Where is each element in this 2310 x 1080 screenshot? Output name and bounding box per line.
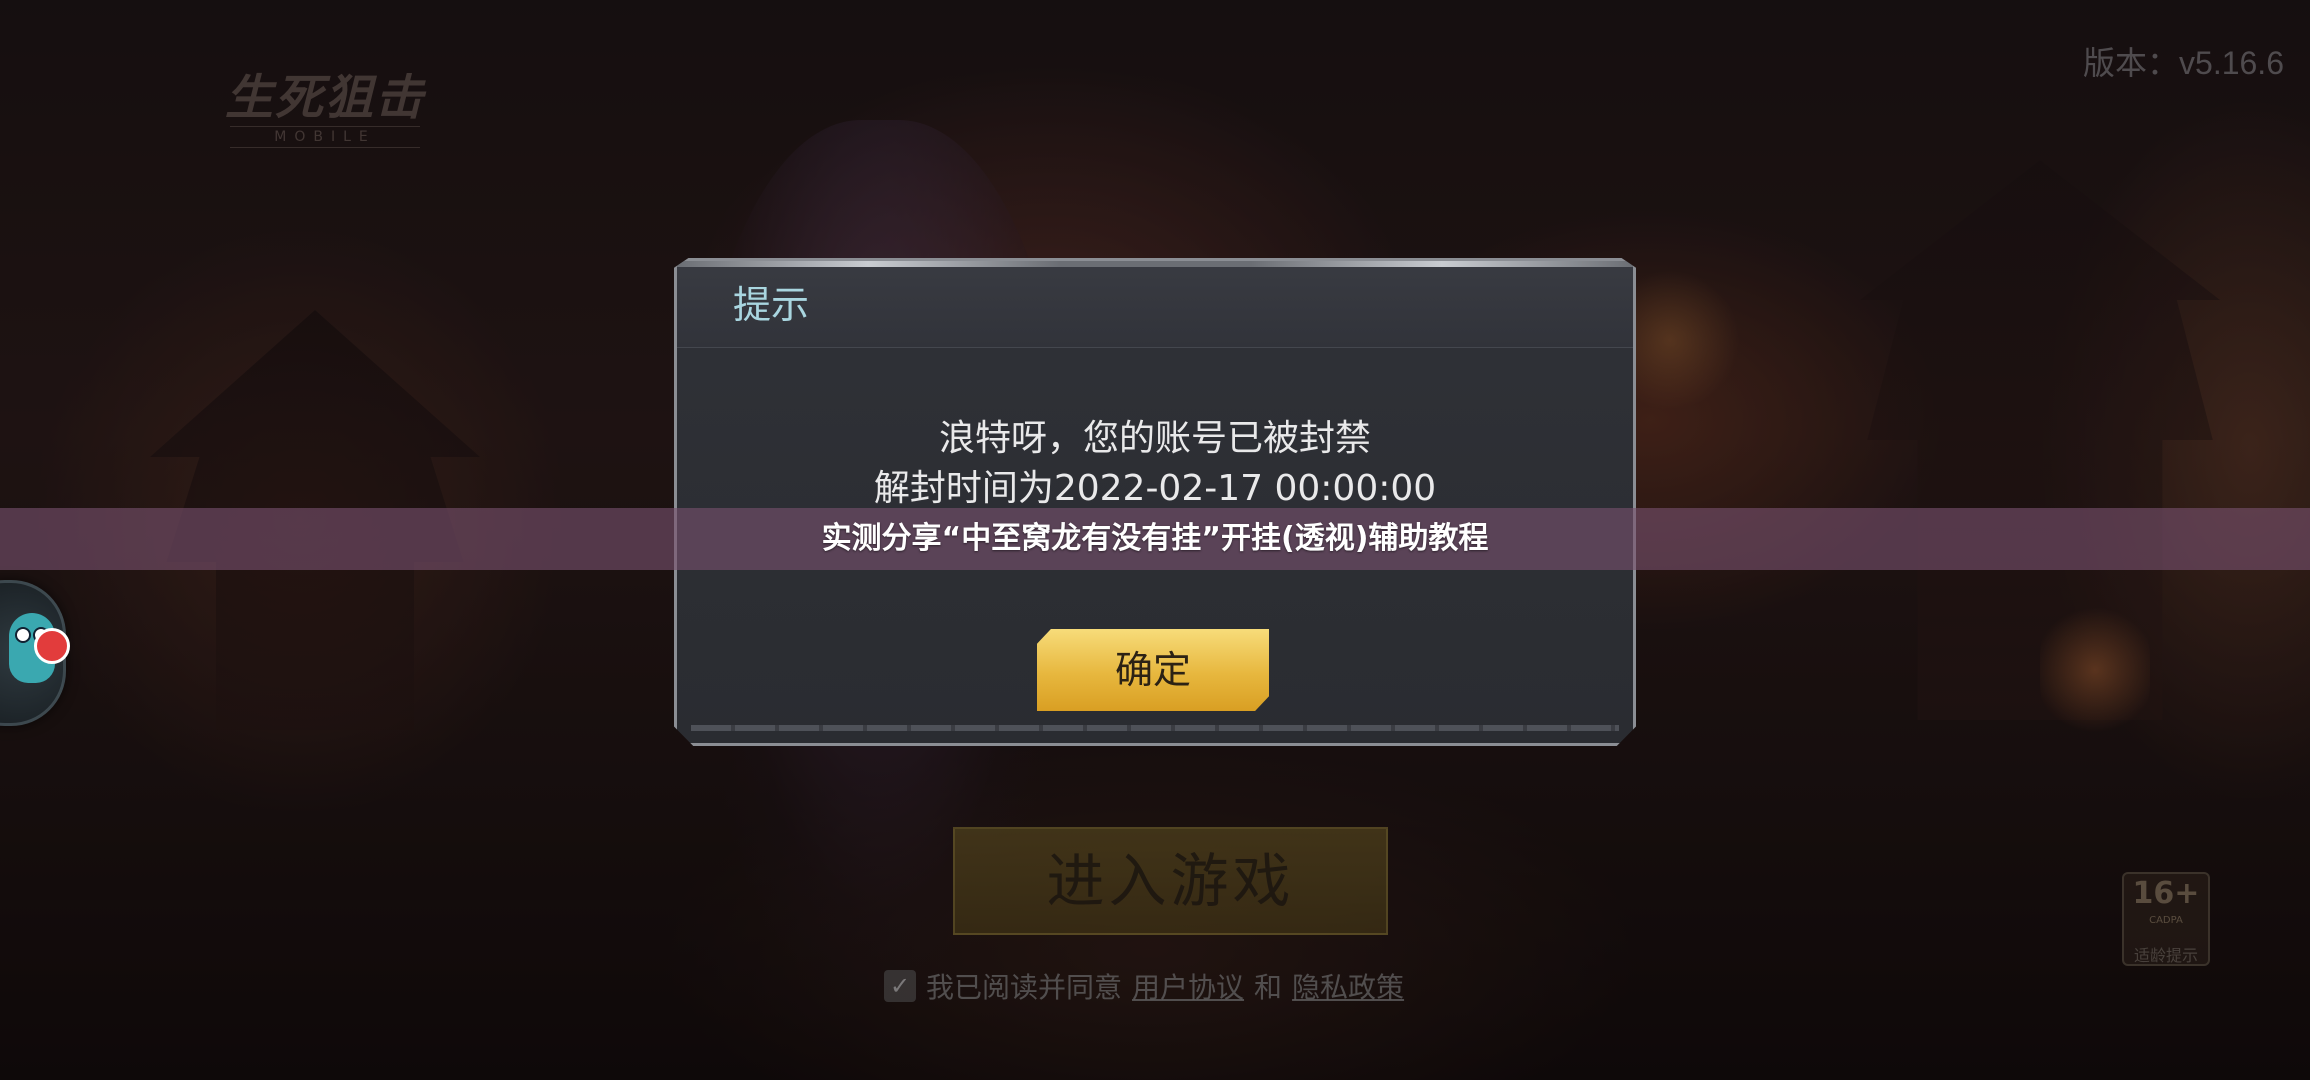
dialog-message-line-1: 浪特呀，您的账号已被封禁	[938, 418, 1371, 459]
ban-notice-dialog: 提示 浪特呀，您的账号已被封禁 解封时间为2022-02-17 00:00:00…	[674, 258, 1636, 746]
dialog-title: 提示	[733, 283, 810, 327]
notification-dot-icon	[34, 628, 70, 664]
confirm-button[interactable]: 确定	[1037, 629, 1269, 711]
dialog-top-rail	[677, 261, 1633, 267]
dialog-message-line-2: 解封时间为2022-02-17 00:00:00	[873, 468, 1437, 509]
article-title: 实测分享“中至窝龙有没有挂”开挂(透视)辅助教程	[821, 521, 1489, 556]
dialog-bottom-rail	[691, 725, 1619, 731]
game-login-screen: 生死狙击 MOBILE 版本：v5.16.6 进入游戏 ✓ 我已阅读并同意 用户…	[0, 0, 2310, 1080]
dialog-header	[677, 261, 1633, 348]
mascot-eye-icon	[15, 627, 31, 643]
article-title-banner: 实测分享“中至窝龙有没有挂”开挂(透视)辅助教程	[0, 508, 2310, 570]
